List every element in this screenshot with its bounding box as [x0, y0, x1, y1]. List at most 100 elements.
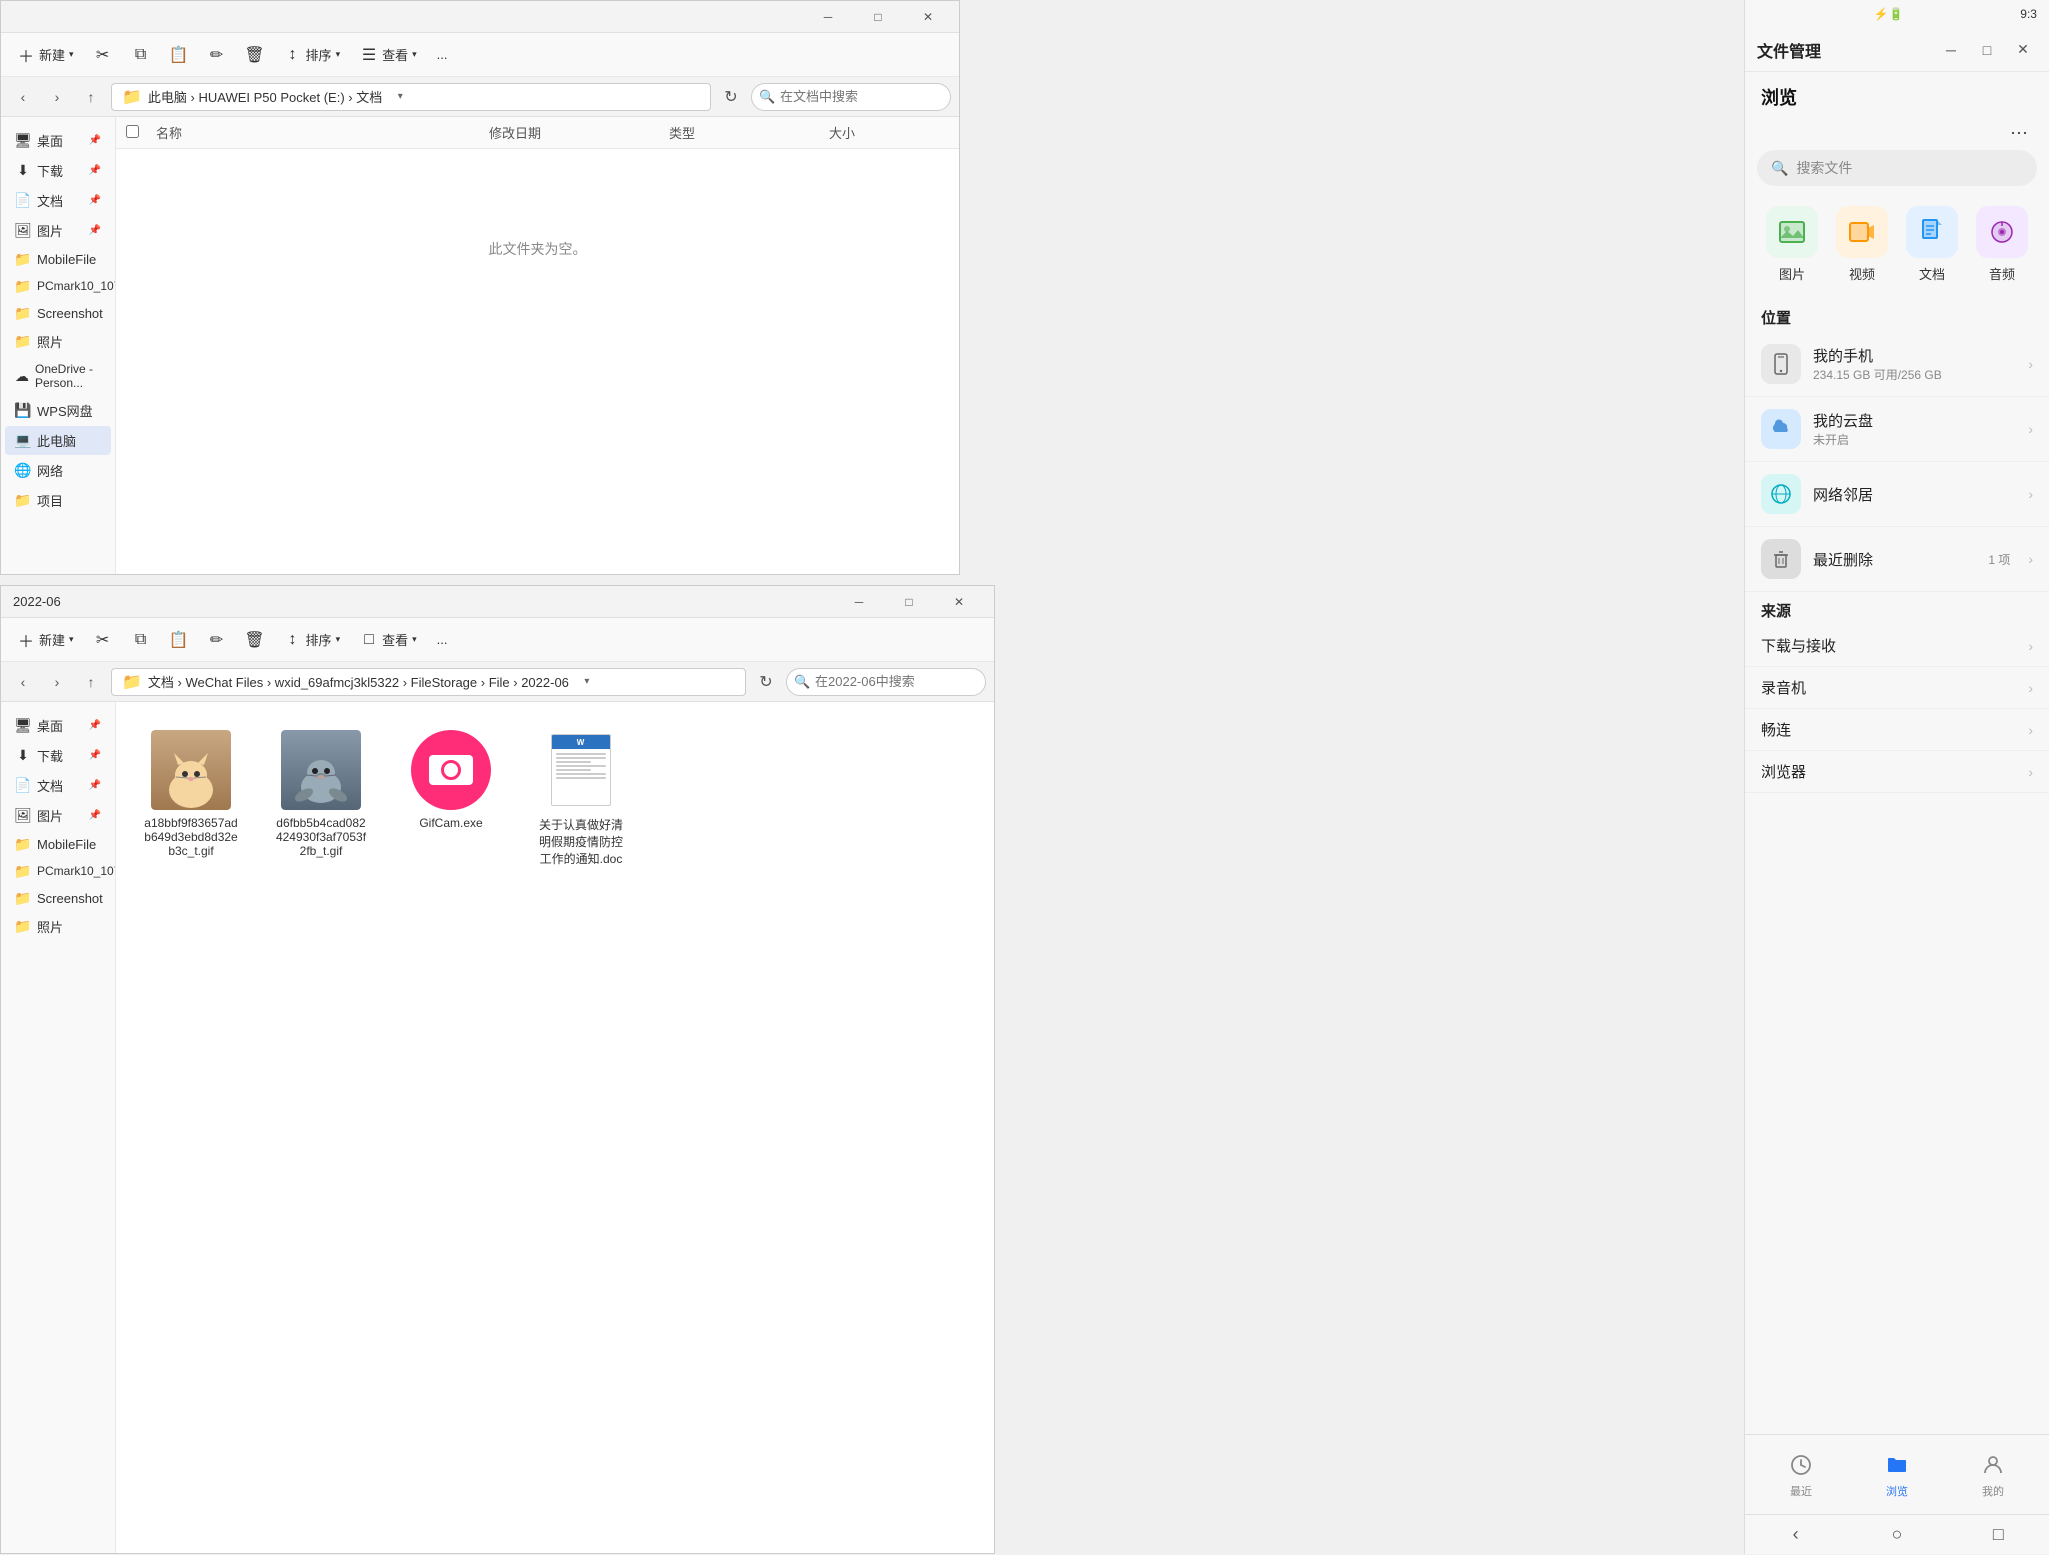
sidebar-item-wps[interactable]: 💾 WPS网盘	[5, 396, 111, 425]
address-input-bottom[interactable]: 📁 文档 › WeChat Files › wxid_69afmcj3kl532…	[111, 668, 746, 696]
source-connect[interactable]: 畅连 ›	[1745, 709, 2049, 751]
nav-recent[interactable]: 最近	[1771, 1447, 1831, 1503]
category-audio[interactable]: 音频	[1972, 206, 2032, 283]
location-network[interactable]: 网络邻居 ›	[1745, 462, 2049, 527]
sidebar-item-photos[interactable]: 📁 照片	[5, 327, 111, 356]
maximize-button[interactable]: □	[855, 1, 901, 33]
search-icon: 🔍	[794, 674, 810, 690]
source-download[interactable]: 下载与接收 ›	[1745, 625, 2049, 667]
minimize-button[interactable]: ─	[805, 1, 851, 33]
maximize-icon[interactable]: □	[1973, 36, 2001, 64]
nav-profile[interactable]: 我的	[1963, 1447, 2023, 1503]
sidebar-item-photos-b[interactable]: 📁 照片	[5, 912, 111, 941]
sort-button-b[interactable]: ↕ 排序 ▾	[276, 626, 349, 653]
view-button-b[interactable]: □ 查看 ▾	[352, 626, 425, 653]
cloud-content: 我的云盘 未开启	[1813, 410, 2016, 448]
arrow-icon: ›	[2028, 722, 2033, 738]
list-item[interactable]: a18bbf9f83657adb649d3ebd8d32eb3c_t.gif	[136, 722, 246, 875]
up-button-b[interactable]: ↑	[77, 668, 105, 696]
close-icon[interactable]: ✕	[2009, 36, 2037, 64]
close-button-bottom[interactable]: ✕	[936, 586, 982, 618]
delete-button[interactable]: 🗑	[238, 42, 272, 68]
search-icon: 🔍	[759, 89, 775, 105]
new-button-b[interactable]: ＋ 新建 ▾	[9, 626, 82, 653]
refresh-button[interactable]: ↻	[717, 83, 745, 111]
location-cloud[interactable]: 我的云盘 未开启 ›	[1745, 397, 2049, 462]
category-documents[interactable]: 文档	[1902, 206, 1962, 283]
minimize-button-bottom[interactable]: ─	[836, 586, 882, 618]
list-item[interactable]: d6fbb5b4cad082424930f3af7053f2fb_t.gif	[266, 722, 376, 875]
forward-button[interactable]: ›	[43, 83, 71, 111]
minimize-icon[interactable]: ─	[1937, 36, 1965, 64]
back-button-b[interactable]: ‹	[9, 668, 37, 696]
sidebar-item-screenshot[interactable]: 📁 Screenshot	[5, 300, 111, 326]
copy-button[interactable]: ⧉	[124, 42, 158, 68]
list-item[interactable]: GifCam.exe	[396, 722, 506, 875]
sidebar-item-pcmark[interactable]: 📁 PCmark10_1075...	[5, 273, 111, 299]
new-icon: ＋	[17, 46, 35, 64]
more-button[interactable]: ...	[429, 43, 456, 66]
search-input-bottom[interactable]	[786, 668, 986, 696]
source-recorder[interactable]: 录音机 ›	[1745, 667, 2049, 709]
chevron-down-icon[interactable]: ▾	[575, 668, 599, 696]
source-browser[interactable]: 浏览器 ›	[1745, 751, 2049, 793]
location-phone[interactable]: 我的手机 234.15 GB 可用/256 GB ›	[1745, 332, 2049, 397]
sidebar-item-downloads[interactable]: ⬇ 下载 📌	[5, 156, 111, 185]
paste-button-b[interactable]: 📋	[162, 627, 196, 653]
location-trash[interactable]: 最近删除 1 项 ›	[1745, 527, 2049, 592]
sidebar-item-projects[interactable]: 📁 项目	[5, 486, 111, 515]
list-item[interactable]: W	[526, 722, 636, 875]
mobile-icon	[1770, 353, 1792, 375]
cut-button[interactable]: ✂	[86, 42, 120, 68]
sidebar-item-network[interactable]: 🌐 网络	[5, 456, 111, 485]
category-videos[interactable]: 视频	[1832, 206, 1892, 283]
view-button[interactable]: ☰ 查看 ▾	[352, 41, 425, 68]
search-input[interactable]	[751, 83, 951, 111]
sidebar-item-pictures-b[interactable]: 🖼 图片 📌	[5, 801, 111, 830]
search-wrapper-bottom: 🔍	[786, 668, 986, 696]
nav-browse[interactable]: 浏览	[1867, 1447, 1927, 1503]
recents-sys-button[interactable]: □	[1978, 1515, 2018, 1555]
new-button[interactable]: ＋ 新建 ▾	[9, 41, 82, 68]
sidebar-item-screenshot-b[interactable]: 📁 Screenshot	[5, 885, 111, 911]
copy-button-b[interactable]: ⧉	[124, 627, 158, 653]
delete-button-b[interactable]: 🗑	[238, 627, 272, 653]
cut-button-b[interactable]: ✂	[86, 627, 120, 653]
sidebar-item-documents[interactable]: 📄 文档 📌	[5, 186, 111, 215]
select-all-checkbox[interactable]	[126, 125, 139, 138]
chevron-down-icon[interactable]: ▾	[388, 83, 412, 111]
sort-button[interactable]: ↕ 排序 ▾	[276, 41, 349, 68]
rename-button[interactable]: ✏	[200, 42, 234, 68]
sidebar-item-downloads-b[interactable]: ⬇ 下载 📌	[5, 741, 111, 770]
back-sys-button[interactable]: ‹	[1776, 1515, 1816, 1555]
rename-button-b[interactable]: ✏	[200, 627, 234, 653]
back-button[interactable]: ‹	[9, 83, 37, 111]
word-icon: W	[541, 730, 621, 810]
check-all[interactable]	[126, 125, 156, 141]
forward-button-b[interactable]: ›	[43, 668, 71, 696]
menu-icon[interactable]: ···	[2005, 118, 2033, 146]
delete-icon: 🗑	[246, 46, 264, 64]
sidebar-item-this-pc[interactable]: 💻 此电脑	[5, 426, 111, 455]
up-button[interactable]: ↑	[77, 83, 105, 111]
home-sys-button[interactable]: ○	[1877, 1515, 1917, 1555]
refresh-button-b[interactable]: ↻	[752, 668, 780, 696]
sidebar-item-pictures[interactable]: 🖼 图片 📌	[5, 216, 111, 245]
search-bar[interactable]: 🔍 搜索文件	[1757, 150, 2037, 186]
address-input[interactable]: 📁 此电脑 › HUAWEI P50 Pocket (E:) › 文档 ▾	[111, 83, 711, 111]
cloud-name: 我的云盘	[1813, 410, 2016, 431]
more-button-b[interactable]: ...	[429, 628, 456, 651]
sidebar-item-mobilefile-b[interactable]: 📁 MobileFile	[5, 831, 111, 857]
sidebar-item-documents-b[interactable]: 📄 文档 📌	[5, 771, 111, 800]
sidebar-item-onedrive[interactable]: ☁ OneDrive - Person...	[5, 357, 111, 395]
close-button[interactable]: ✕	[905, 1, 951, 33]
file-explorer-bottom: 2022-06 ─ □ ✕ ＋ 新建 ▾ ✂ ⧉ 📋 ✏ 🗑 ↕ 排序	[0, 585, 995, 1554]
sidebar-item-mobilefile[interactable]: 📁 MobileFile	[5, 246, 111, 272]
word-line	[556, 769, 591, 771]
sidebar-item-desktop-b[interactable]: 🖥 桌面 📌	[5, 711, 111, 740]
maximize-button-bottom[interactable]: □	[886, 586, 932, 618]
sidebar-item-pcmark-b[interactable]: 📁 PCmark10_1075...	[5, 858, 111, 884]
category-pictures[interactable]: 图片	[1762, 206, 1822, 283]
sidebar-item-desktop[interactable]: 🖥 桌面 📌	[5, 126, 111, 155]
paste-button[interactable]: 📋	[162, 42, 196, 68]
